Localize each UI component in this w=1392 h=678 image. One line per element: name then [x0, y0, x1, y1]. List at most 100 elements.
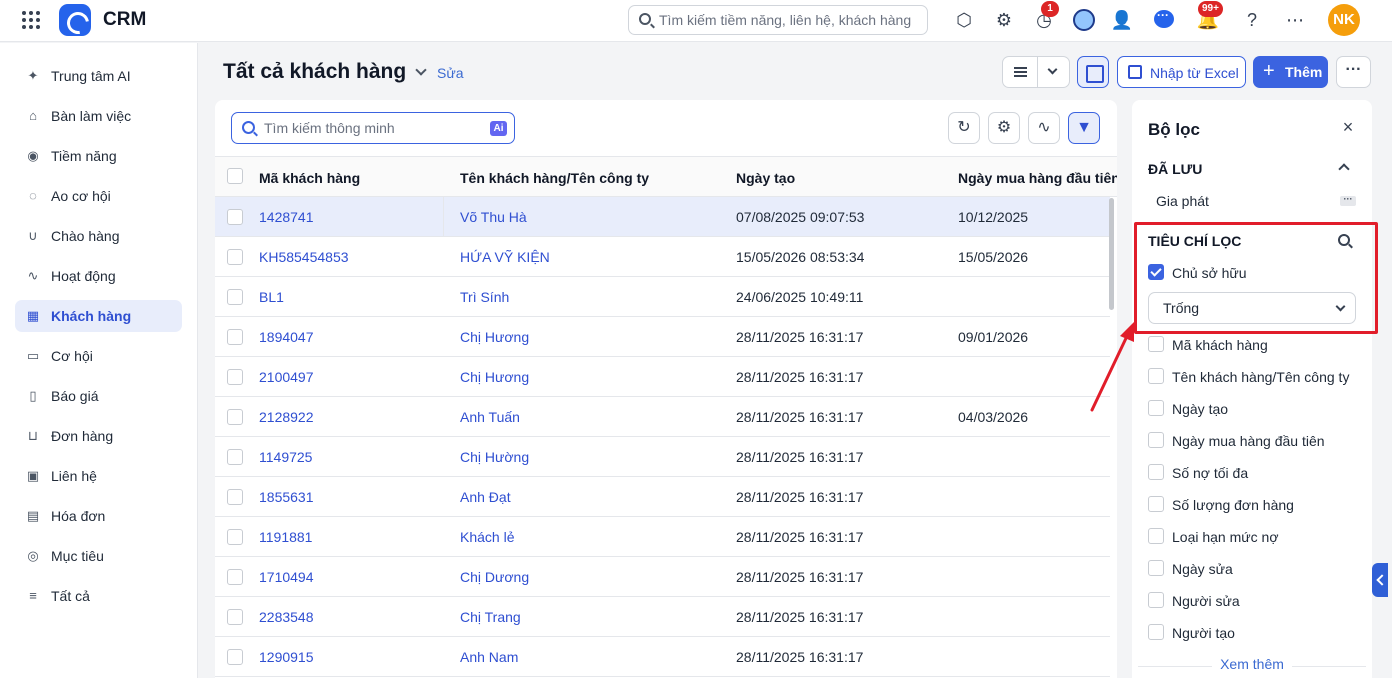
row-checkbox[interactable] [227, 529, 243, 545]
chat-icon[interactable] [1154, 8, 1174, 28]
table-row[interactable]: 1428741 Võ Thu Hà 07/08/2025 09:07:53 10/12… [215, 197, 1110, 237]
table-scrollbar[interactable] [1109, 198, 1114, 310]
customer-code-link[interactable]: 2128922 [259, 409, 314, 425]
customer-code-link[interactable]: 1191881 [259, 529, 312, 545]
customer-name-link[interactable]: Chị Hường [460, 449, 529, 465]
criteria-checkbox[interactable] [1148, 464, 1164, 480]
customer-name-link[interactable]: Khách lẻ [460, 529, 514, 545]
view-dropdown-chevron-icon[interactable] [414, 64, 428, 78]
sidebar-item-offers[interactable]: ∪ Chào hàng [15, 220, 182, 252]
edit-view-link[interactable]: Sửa [437, 65, 464, 81]
customer-code-link[interactable]: 1894047 [259, 329, 314, 345]
customer-code-link[interactable]: 1855631 [259, 489, 314, 505]
customer-code-link[interactable]: 2100497 [259, 369, 314, 385]
customer-code-link[interactable]: 1149725 [259, 449, 312, 465]
row-checkbox[interactable] [227, 489, 243, 505]
row-checkbox[interactable] [227, 569, 243, 585]
gear-icon[interactable]: ⚙ [992, 8, 1016, 32]
row-checkbox[interactable] [227, 249, 243, 265]
row-checkbox[interactable] [227, 209, 243, 225]
sidebar-item-all[interactable]: ≡ Tất cả [15, 580, 182, 612]
activity-chart-button[interactable]: ∿ [1028, 112, 1060, 144]
select-all-checkbox[interactable] [227, 168, 243, 184]
criteria-checkbox[interactable] [1148, 560, 1164, 576]
chevron-down-icon[interactable] [1047, 64, 1058, 75]
criteria-checkbox[interactable] [1148, 368, 1164, 384]
global-search[interactable] [628, 5, 928, 35]
saved-filters-heading[interactable]: ĐÃ LƯU [1148, 161, 1202, 177]
global-search-input[interactable] [659, 9, 919, 31]
sidebar-item-opportunities[interactable]: ▭ Cơ hội [15, 340, 182, 372]
customer-name-link[interactable]: Chị Trang [460, 609, 521, 625]
sidebar-item-invoices[interactable]: ▤ Hóa đơn [15, 500, 182, 532]
row-checkbox[interactable] [227, 329, 243, 345]
sidebar-item-goals[interactable]: ◎ Mục tiêu [15, 540, 182, 572]
customer-name-link[interactable]: Anh Đạt [460, 489, 511, 505]
customer-code-link[interactable]: KH585454853 [259, 249, 349, 265]
criteria-checkbox[interactable] [1148, 624, 1164, 640]
sidebar-item-activities[interactable]: ∿ Hoạt động [15, 260, 182, 292]
criteria-checkbox[interactable] [1148, 592, 1164, 608]
row-checkbox[interactable] [227, 289, 243, 305]
table-row[interactable]: 1710494 Chị Dương 28/11/2025 16:31:17 [215, 557, 1110, 597]
saved-filter-more-icon[interactable]: ··· [1340, 195, 1356, 206]
table-row[interactable]: 1894047 Chị Hương 28/11/2025 16:31:17 09/01… [215, 317, 1110, 357]
customer-name-link[interactable]: Chị Hương [460, 369, 529, 385]
chevron-up-icon[interactable] [1338, 163, 1350, 175]
criteria-checkbox[interactable] [1148, 432, 1164, 448]
table-row[interactable]: 1855631 Anh Đạt 28/11/2025 16:31:17 [215, 477, 1110, 517]
customer-code-link[interactable]: 1428741 [259, 209, 314, 225]
refresh-button[interactable]: ↻ [948, 112, 980, 144]
sidebar-item-contacts[interactable]: ▣ Liên hệ [15, 460, 182, 492]
row-checkbox[interactable] [227, 649, 243, 665]
customer-name-link[interactable]: HỨA VỸ KIỆN [460, 249, 550, 265]
customer-code-link[interactable]: BL1 [259, 289, 284, 305]
sidebar-item-orders[interactable]: ⊔ Đơn hàng [15, 420, 182, 452]
customer-name-link[interactable]: Võ Thu Hà [460, 209, 527, 225]
filter-button[interactable]: ▼ [1068, 112, 1100, 144]
report-view-button[interactable] [1077, 56, 1109, 88]
settings-button[interactable]: ⚙ [988, 112, 1020, 144]
sidebar-item-quotes[interactable]: ▯ Báo giá [15, 380, 182, 412]
table-row[interactable]: 2128922 Anh Tuấn 28/11/2025 16:31:17 04/03/… [215, 397, 1110, 437]
table-row[interactable]: KH585454853 HỨA VỸ KIỆN 15/05/2026 08:53:3… [215, 237, 1110, 277]
column-header[interactable]: Ngày tạo [736, 170, 795, 186]
customer-name-link[interactable]: Anh Tuấn [460, 409, 520, 425]
table-row[interactable]: 2100497 Chị Hương 28/11/2025 16:31:17 [215, 357, 1110, 397]
saved-filter-item[interactable]: Gia phát [1156, 193, 1209, 209]
customer-name-link[interactable]: Trì Sính [460, 289, 509, 305]
column-header[interactable]: Tên khách hàng/Tên công ty [460, 170, 649, 186]
bell-icon[interactable]: 🔔 99+ [1196, 1, 1223, 32]
timer-icon[interactable]: ◷ 1 [1032, 1, 1059, 32]
criteria-checkbox[interactable] [1148, 336, 1164, 352]
show-more-link[interactable]: Xem thêm [1132, 656, 1372, 678]
customer-code-link[interactable]: 1290915 [259, 649, 314, 665]
more-circle-icon[interactable]: ⋯ [1283, 8, 1307, 32]
column-header[interactable]: Mã khách hàng [259, 170, 360, 186]
list-view-icon[interactable] [1014, 67, 1027, 77]
sidebar-item-workspace[interactable]: ⌂ Bàn làm việc [15, 100, 182, 132]
customer-name-link[interactable]: Anh Nam [460, 649, 518, 665]
user-avatar[interactable]: NK [1328, 4, 1360, 36]
more-actions-button[interactable]: ··· [1336, 56, 1371, 88]
column-header[interactable]: Ngày mua hàng đầu tiên [958, 170, 1117, 186]
row-checkbox[interactable] [227, 609, 243, 625]
collapse-panel-tab[interactable] [1372, 563, 1388, 597]
sidebar-item-leads[interactable]: ◉ Tiềm năng [15, 140, 182, 172]
criteria-checkbox[interactable] [1148, 528, 1164, 544]
row-checkbox[interactable] [227, 369, 243, 385]
add-user-icon[interactable]: 👤 [1110, 8, 1134, 32]
sidebar-item-opportunity-pool[interactable]: ◌ Ao cơ hội [15, 180, 182, 212]
customer-name-link[interactable]: Chị Hương [460, 329, 529, 345]
smart-search-input[interactable] [264, 118, 474, 138]
close-icon[interactable]: × [1340, 118, 1356, 136]
cube-icon[interactable]: ⬡ [952, 8, 976, 32]
table-row[interactable]: 1290915 Anh Nam 28/11/2025 16:31:17 [215, 637, 1110, 677]
criteria-checkbox[interactable] [1148, 496, 1164, 512]
customer-code-link[interactable]: 1710494 [259, 569, 314, 585]
row-checkbox[interactable] [227, 409, 243, 425]
table-row[interactable]: 2283548 Chị Trang 28/11/2025 16:31:17 [215, 597, 1110, 637]
smart-search[interactable]: Ai [231, 112, 515, 144]
view-mode-selector[interactable] [1002, 56, 1070, 88]
import-excel-button[interactable]: Nhập từ Excel [1117, 56, 1246, 88]
